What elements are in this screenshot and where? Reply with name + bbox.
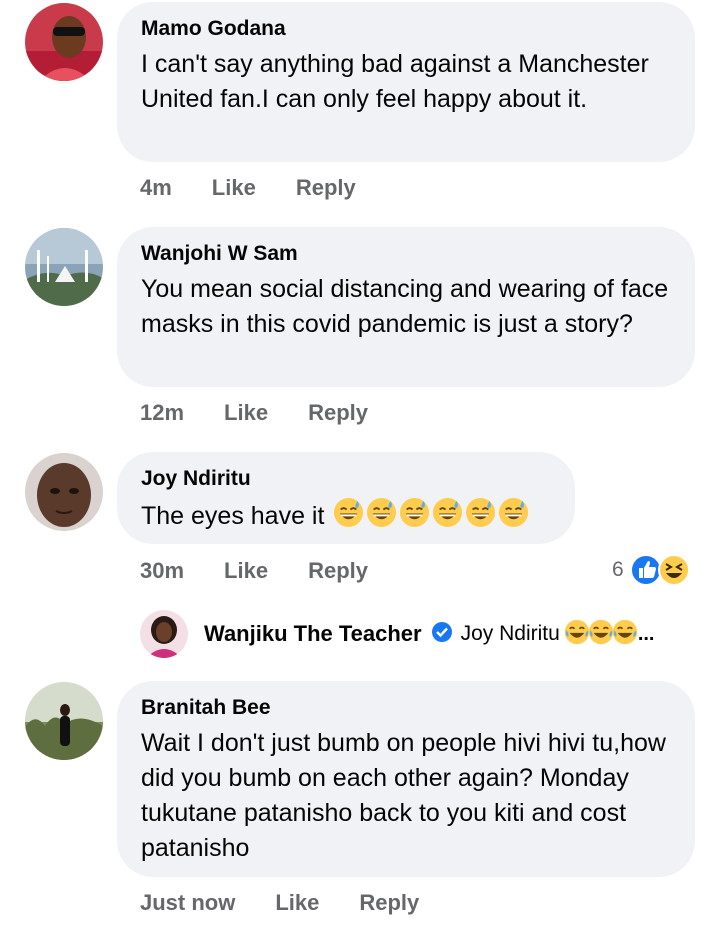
comment-bubble: Branitah Bee Wait I don't just bumb on p… xyxy=(117,681,695,877)
comment-actions: Just now Like Reply xyxy=(140,890,419,916)
grinning-sweat-emoji xyxy=(333,497,364,538)
comment-bubble: Wanjohi W Sam You mean social distancing… xyxy=(117,227,695,387)
reply-author[interactable]: Wanjiku The Teacher xyxy=(204,621,422,647)
reply-avatar[interactable] xyxy=(140,610,188,658)
reply-emoji-row xyxy=(564,619,638,650)
comment-actions: 12m Like Reply xyxy=(140,400,368,426)
reply-preview[interactable]: Wanjiku The Teacher Joy Ndiritu ... xyxy=(140,610,654,658)
reply-button[interactable]: Reply xyxy=(308,558,368,584)
avatar[interactable] xyxy=(25,682,103,760)
comment-author[interactable]: Mamo Godana xyxy=(141,16,669,42)
like-button[interactable]: Like xyxy=(224,558,268,584)
like-button[interactable]: Like xyxy=(212,175,256,201)
grinning-sweat-emoji xyxy=(432,497,463,538)
comment-time[interactable]: 4m xyxy=(140,175,172,201)
comment-text-content: The eyes have it xyxy=(141,502,325,531)
grinning-sweat-emoji xyxy=(498,497,529,538)
comment-text: The eyes have it xyxy=(141,497,549,538)
reply-button[interactable]: Reply xyxy=(359,890,419,916)
grinning-sweat-emoji xyxy=(399,497,430,538)
tears-of-joy-emoji xyxy=(564,619,590,650)
comment-author[interactable]: Joy Ndiritu xyxy=(141,466,549,492)
comment-author[interactable]: Branitah Bee xyxy=(141,695,669,721)
avatar[interactable] xyxy=(25,228,103,306)
grinning-sweat-emoji xyxy=(366,497,397,538)
grinning-sweat-emoji xyxy=(465,497,496,538)
avatar[interactable] xyxy=(25,453,103,531)
comment-text: I can't say anything bad against a Manch… xyxy=(141,50,649,113)
like-button[interactable]: Like xyxy=(275,890,319,916)
like-button[interactable]: Like xyxy=(224,400,268,426)
reply-button[interactable]: Reply xyxy=(296,175,356,201)
comment-bubble: Joy Ndiritu The eyes have it xyxy=(117,452,575,544)
emoji-row xyxy=(331,497,529,530)
comment-actions: 4m Like Reply xyxy=(140,175,356,201)
tears-of-joy-emoji xyxy=(588,619,614,650)
tears-of-joy-emoji xyxy=(612,619,638,650)
comment-time[interactable]: 30m xyxy=(140,558,184,584)
reaction-count: 6 xyxy=(612,558,624,581)
comment-time[interactable]: Just now xyxy=(140,890,235,916)
comment-time[interactable]: 12m xyxy=(140,400,184,426)
comment-author[interactable]: Wanjohi W Sam xyxy=(141,241,669,267)
comment-text: Wait I don't just bumb on people hivi hi… xyxy=(141,729,666,862)
reaction-summary[interactable]: 6 xyxy=(612,554,690,586)
verified-badge-icon xyxy=(431,621,453,648)
reply-ellipsis: ... xyxy=(637,622,655,645)
haha-reaction-icon xyxy=(657,554,690,586)
reply-button[interactable]: Reply xyxy=(308,400,368,426)
comment-text: You mean social distancing and wearing o… xyxy=(141,275,669,338)
comment-actions: 30m Like Reply xyxy=(140,558,368,584)
reply-text: Joy Ndiritu xyxy=(460,622,560,645)
avatar[interactable] xyxy=(25,3,103,81)
comment-bubble: Mamo Godana I can't say anything bad aga… xyxy=(117,2,695,162)
